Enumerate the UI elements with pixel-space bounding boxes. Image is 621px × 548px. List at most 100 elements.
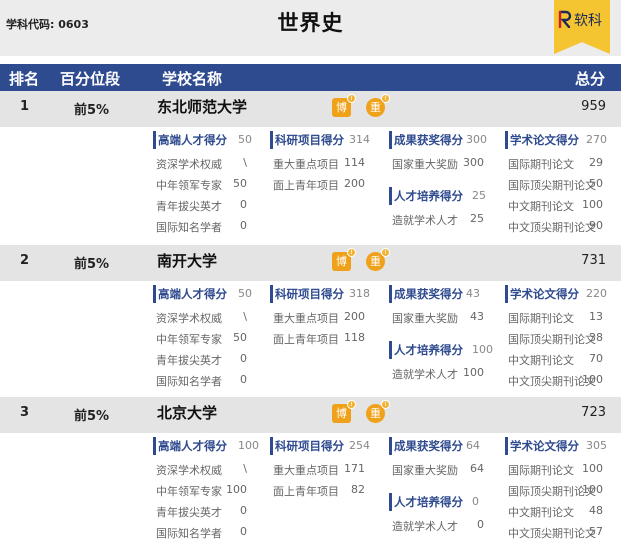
section-label: 人才培养得分 bbox=[394, 189, 463, 203]
doctoral-badge-icon[interactable]: 博i bbox=[332, 94, 356, 117]
section-score: 50 bbox=[238, 287, 252, 300]
sub-item-label: 中文期刊论文 bbox=[508, 354, 574, 367]
sub-item-score: 0 bbox=[240, 373, 247, 386]
sub-item-score: 70 bbox=[589, 352, 603, 365]
doctoral-badge-icon[interactable]: 博i bbox=[332, 248, 356, 271]
sub-item-label: 国际知名学者 bbox=[156, 221, 222, 234]
section-label: 科研项目得分 bbox=[275, 439, 344, 453]
sub-item-label: 中年领军专家 bbox=[156, 485, 222, 498]
school-name[interactable]: 北京大学 bbox=[157, 402, 217, 423]
brand-ribbon[interactable]: 软科 bbox=[554, 0, 610, 54]
rank-value: 2 bbox=[20, 253, 30, 268]
key-discipline-badge-icon[interactable]: 重i bbox=[366, 248, 390, 271]
header-school[interactable]: 学校名称 bbox=[162, 68, 222, 89]
research-section: 科研项目得分 318 bbox=[270, 285, 380, 303]
sub-item-score: 0 bbox=[240, 198, 247, 211]
talent_high-section: 高端人才得分 50 bbox=[153, 285, 263, 303]
papers-section: 学术论文得分 220 bbox=[505, 285, 615, 303]
sub-item-score: 13 bbox=[589, 310, 603, 323]
research-section: 科研项目得分 314 bbox=[270, 131, 380, 149]
header-percentile[interactable]: 百分位段 bbox=[60, 68, 120, 89]
sub-item-label: 中文期刊论文 bbox=[508, 506, 574, 519]
sub-item-label: 重大重点项目 bbox=[273, 312, 339, 325]
sub-item-label: 国际知名学者 bbox=[156, 527, 222, 540]
rank-value: 1 bbox=[20, 99, 30, 114]
papers-section: 学术论文得分 270 bbox=[505, 131, 615, 149]
sub-item-label: 国际期刊论文 bbox=[508, 464, 574, 477]
sub-item-label: 青年拔尖英才 bbox=[156, 506, 222, 519]
sub-item-score: 100 bbox=[582, 373, 603, 386]
sub-item-score: 25 bbox=[470, 212, 484, 225]
talent_high-section: 高端人才得分 50 bbox=[153, 131, 263, 149]
section-label: 人才培养得分 bbox=[394, 495, 463, 509]
score-breakdown: 高端人才得分 50 资深学术权威 \ 中年领军专家 50 青年拔尖英才 0 国际知名学者 0 科研项… bbox=[0, 127, 621, 240]
sub-item-score: 50 bbox=[589, 177, 603, 190]
section-score: 100 bbox=[238, 439, 259, 452]
sub-item-score: 171 bbox=[344, 462, 365, 475]
section-label: 高端人才得分 bbox=[158, 439, 227, 453]
sub-item-label: 重大重点项目 bbox=[273, 158, 339, 171]
section-label: 人才培养得分 bbox=[394, 343, 463, 357]
sub-item-score: 100 bbox=[582, 462, 603, 475]
sub-item-score: 0 bbox=[240, 352, 247, 365]
section-score: 220 bbox=[586, 287, 607, 300]
section-label: 高端人才得分 bbox=[158, 133, 227, 147]
talent_high-section: 高端人才得分 100 bbox=[153, 437, 263, 455]
brand-logo-icon bbox=[558, 10, 572, 28]
sub-item-score: 0 bbox=[240, 219, 247, 232]
awards-section: 成果获奖得分 64 bbox=[389, 437, 499, 455]
header-rank[interactable]: 排名 bbox=[9, 68, 39, 89]
sub-item-score: 100 bbox=[463, 366, 484, 379]
table-row[interactable]: 2 前5% 南开大学 博 i 重 i 731 bbox=[0, 245, 621, 281]
sub-item-score: 0 bbox=[240, 525, 247, 538]
research-section: 科研项目得分 254 bbox=[270, 437, 380, 455]
table-row[interactable]: 1 前5% 东北师范大学 博 i 重 i 959 bbox=[0, 91, 621, 127]
total-score: 959 bbox=[581, 99, 606, 114]
section-score: 50 bbox=[238, 133, 252, 146]
table-row[interactable]: 3 前5% 北京大学 博 i 重 i 723 bbox=[0, 397, 621, 433]
sub-item-label: 造就学术人才 bbox=[392, 520, 458, 533]
sub-item-label: 造就学术人才 bbox=[392, 214, 458, 227]
section-score: 0 bbox=[472, 495, 479, 508]
percentile-value: 前5% bbox=[74, 257, 110, 272]
sub-item-label: 重大重点项目 bbox=[273, 464, 339, 477]
key-discipline-badge-icon[interactable]: 重i bbox=[366, 400, 390, 423]
school-name[interactable]: 东北师范大学 bbox=[157, 96, 247, 117]
sub-item-label: 面上青年项目 bbox=[273, 179, 339, 192]
school-name[interactable]: 南开大学 bbox=[157, 250, 217, 271]
section-score: 305 bbox=[586, 439, 607, 452]
section-label: 科研项目得分 bbox=[275, 133, 344, 147]
section-score: 100 bbox=[472, 343, 493, 356]
section-score: 270 bbox=[586, 133, 607, 146]
sub-item-score: 0 bbox=[240, 504, 247, 517]
sub-item-score: \ bbox=[243, 156, 247, 169]
info-dot-icon: i bbox=[347, 248, 356, 257]
section-label: 成果获奖得分 bbox=[394, 439, 463, 453]
sub-item-score: 118 bbox=[344, 331, 365, 344]
header-total[interactable]: 总分 bbox=[575, 68, 605, 89]
sub-item-label: 国家重大奖励 bbox=[392, 464, 458, 477]
rank-value: 3 bbox=[20, 405, 30, 420]
info-dot-icon: i bbox=[347, 400, 356, 409]
brand-name: 软科 bbox=[574, 13, 602, 29]
table-header: 排名 百分位段 学校名称 总分 bbox=[0, 64, 621, 91]
section-score: 64 bbox=[466, 439, 480, 452]
sub-item-label: 面上青年项目 bbox=[273, 485, 339, 498]
page-title: 世界史 bbox=[277, 11, 344, 35]
sub-item-label: 国家重大奖励 bbox=[392, 312, 458, 325]
training-section: 人才培养得分 100 bbox=[389, 341, 499, 359]
sub-item-label: 造就学术人才 bbox=[392, 368, 458, 381]
key-discipline-badge-icon[interactable]: 重i bbox=[366, 94, 390, 117]
section-label: 科研项目得分 bbox=[275, 287, 344, 301]
sub-item-label: 国际知名学者 bbox=[156, 375, 222, 388]
section-score: 314 bbox=[349, 133, 370, 146]
sub-item-score: 50 bbox=[233, 331, 247, 344]
sub-item-score: 48 bbox=[589, 504, 603, 517]
sub-item-label: 国家重大奖励 bbox=[392, 158, 458, 171]
info-dot-icon: i bbox=[381, 248, 390, 257]
sub-item-score: 57 bbox=[589, 525, 603, 538]
sub-item-score: 100 bbox=[582, 483, 603, 496]
section-label: 高端人才得分 bbox=[158, 287, 227, 301]
doctoral-badge-icon[interactable]: 博i bbox=[332, 400, 356, 423]
section-score: 300 bbox=[466, 133, 487, 146]
